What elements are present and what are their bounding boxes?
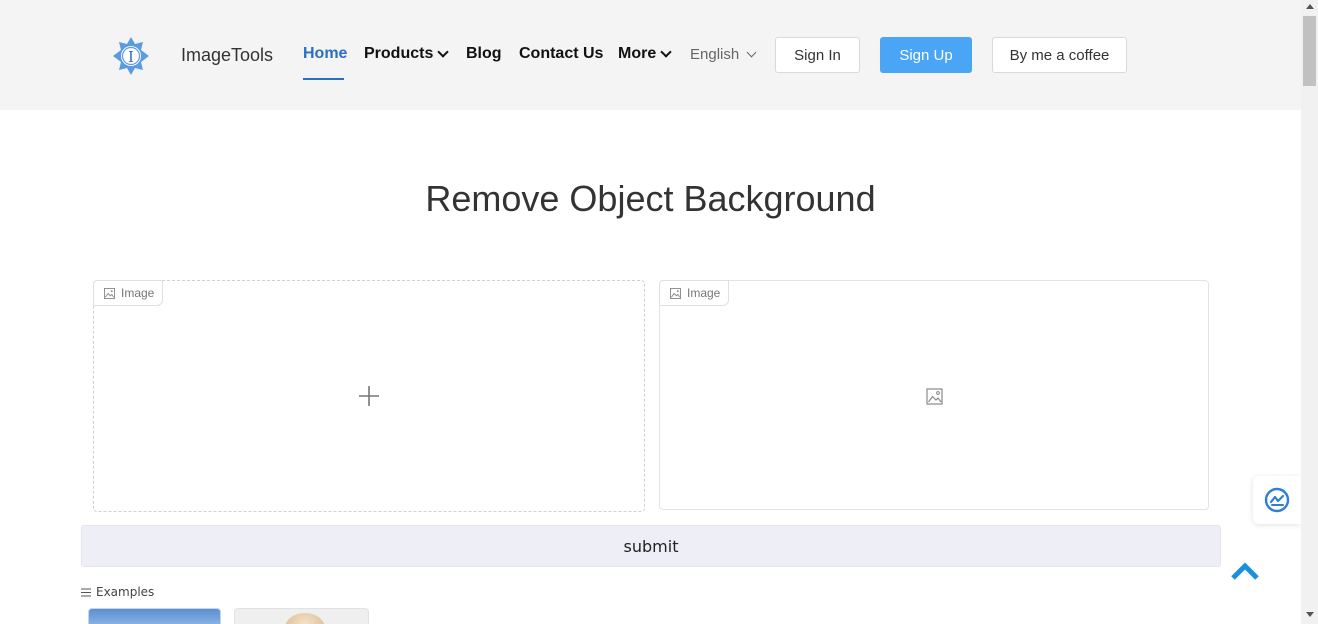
image-icon	[104, 287, 115, 299]
nav-more[interactable]: More	[618, 45, 672, 63]
scroll-down-arrow-icon[interactable]	[1306, 612, 1314, 617]
nav-contact-us[interactable]: Contact Us	[519, 45, 603, 63]
language-select[interactable]: English	[690, 46, 757, 63]
chevron-down-icon	[437, 45, 450, 58]
image-upload-dropzone[interactable]: Image	[93, 280, 645, 512]
nav-home[interactable]: Home	[303, 45, 347, 63]
translate-widget-button[interactable]	[1253, 476, 1301, 524]
sign-up-button[interactable]: Sign Up	[880, 37, 972, 73]
example-thumbnail[interactable]	[234, 608, 369, 624]
panel-label: Image	[93, 280, 164, 306]
image-output-panel: Image	[659, 280, 1209, 510]
top-header: I ImageTools Home Products Blog Contact …	[0, 0, 1301, 110]
brand-name[interactable]: ImageTools	[181, 45, 273, 66]
image-icon	[670, 287, 681, 299]
sign-in-button[interactable]: Sign In	[775, 37, 860, 73]
image-placeholder-icon	[926, 388, 943, 405]
chevron-down-icon	[660, 45, 672, 58]
chevron-up-icon[interactable]	[1230, 560, 1260, 582]
nav-products[interactable]: Products	[364, 45, 450, 63]
snowflake-logo-icon[interactable]: I	[112, 36, 150, 76]
buy-coffee-button[interactable]: By me a coffee	[992, 37, 1127, 73]
chevron-down-icon	[746, 47, 757, 57]
example-thumbnail[interactable]	[88, 608, 221, 624]
svg-text:I: I	[128, 48, 134, 66]
scroll-up-arrow-icon[interactable]	[1306, 4, 1314, 9]
nav-blog[interactable]: Blog	[466, 45, 502, 63]
list-icon	[81, 588, 91, 596]
vertical-scrollbar[interactable]	[1301, 0, 1318, 624]
scrollbar-thumb[interactable]	[1303, 16, 1316, 86]
dog-image	[285, 613, 325, 624]
submit-button[interactable]: submit	[81, 525, 1221, 567]
page-title: Remove Object Background	[425, 178, 876, 219]
panel-label: Image	[659, 280, 730, 306]
examples-header: Examples	[81, 585, 154, 599]
plus-icon[interactable]	[358, 385, 380, 407]
translate-widget-icon	[1264, 487, 1290, 513]
nav-home-active-indicator	[303, 78, 344, 80]
